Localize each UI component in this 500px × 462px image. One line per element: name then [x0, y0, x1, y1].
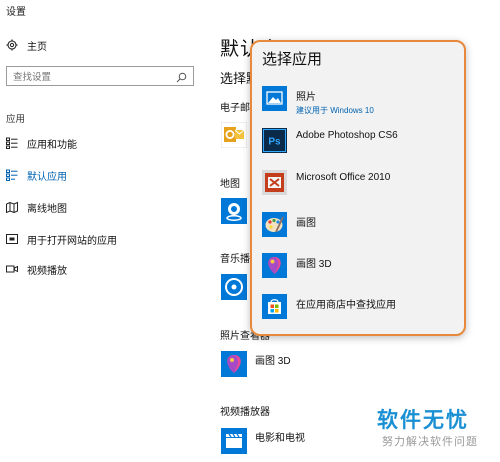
music-app-button[interactable]: [221, 274, 247, 300]
sidebar-home[interactable]: 主页: [6, 35, 47, 55]
flyout-item-paint3d[interactable]: 画图 3D: [262, 253, 332, 278]
sidebar-item-apps-features[interactable]: 应用和功能: [6, 133, 77, 153]
flyout-item-find-in-store[interactable]: 在应用商店中查找应用: [262, 294, 396, 319]
video-player-app-name: 电影和电视: [255, 433, 305, 444]
category-video-player-label: 视频播放器: [220, 407, 270, 418]
flyout-title: 选择应用: [262, 51, 323, 68]
video-icon: [6, 263, 18, 275]
flyout-item-paint[interactable]: 画图: [262, 212, 316, 237]
flyout-item-name: 画图: [296, 218, 316, 229]
store-icon: [262, 294, 287, 319]
email-app-button[interactable]: [220, 121, 248, 149]
sidebar-item-label: 用于打开网站的应用: [27, 235, 117, 247]
movies-tv-icon: [221, 428, 247, 454]
flyout-item-photoshop[interactable]: Ps Adobe Photoshop CS6: [262, 128, 398, 153]
flyout-item-recommended: 建议用于 Windows 10: [296, 106, 374, 115]
paint3d-icon: [262, 253, 287, 278]
gear-icon: [6, 39, 18, 51]
sidebar-item-label: 离线地图: [27, 203, 67, 215]
sidebar-item-offline-maps[interactable]: 离线地图: [6, 197, 67, 217]
choose-app-flyout: 选择应用 照片 建议用于 Windows 10 Ps Adobe Photosh…: [250, 40, 466, 336]
flyout-item-office[interactable]: Microsoft Office 2010: [262, 170, 390, 195]
flyout-item-name: 在应用商店中查找应用: [296, 300, 396, 311]
maps-icon: [221, 198, 247, 224]
category-maps-label: 地图: [220, 179, 240, 190]
sidebar-item-label: 默认应用: [27, 171, 67, 183]
photos-icon: [262, 86, 287, 111]
paint3d-icon: [221, 351, 247, 377]
sidebar-item-label: 视频播放: [27, 265, 67, 277]
video-player-app-button[interactable]: [221, 428, 247, 454]
watermark-slogan: 努力解决软件问题: [382, 436, 478, 448]
sidebar-item-website-apps[interactable]: 用于打开网站的应用: [6, 229, 117, 249]
groove-music-icon: [221, 274, 247, 300]
sidebar-item-default-apps[interactable]: 默认应用: [6, 165, 67, 185]
flyout-item-name: 画图 3D: [296, 259, 332, 270]
photo-viewer-app-button[interactable]: [221, 351, 247, 377]
offline-map-icon: [6, 201, 18, 213]
search-icon[interactable]: [176, 70, 187, 88]
sidebar-item-video-playback[interactable]: 视频播放: [6, 259, 67, 279]
svg-text:Ps: Ps: [268, 137, 281, 148]
maps-app-button[interactable]: [221, 198, 247, 224]
search-input[interactable]: [7, 68, 173, 87]
office-icon: [262, 170, 287, 195]
flyout-item-photos[interactable]: 照片 建议用于 Windows 10: [262, 86, 374, 116]
window-title: 设置: [6, 7, 26, 18]
search-box[interactable]: [6, 66, 194, 88]
paint-icon: [262, 212, 287, 237]
photoshop-icon: Ps: [262, 128, 287, 153]
default-apps-icon: [6, 169, 18, 181]
flyout-item-name: Adobe Photoshop CS6: [296, 130, 398, 141]
website-apps-icon: [6, 233, 18, 245]
flyout-item-name: Microsoft Office 2010: [296, 172, 391, 183]
photo-viewer-app-name: 画图 3D: [255, 356, 291, 367]
outlook-icon: [220, 121, 248, 149]
flyout-item-name: 照片: [296, 92, 316, 103]
sidebar-home-label: 主页: [27, 41, 47, 53]
watermark-brand: 软件无忧: [377, 409, 469, 432]
section-label-apps: 应用: [6, 114, 26, 125]
apps-list-icon: [6, 137, 18, 149]
sidebar-item-label: 应用和功能: [27, 139, 77, 151]
